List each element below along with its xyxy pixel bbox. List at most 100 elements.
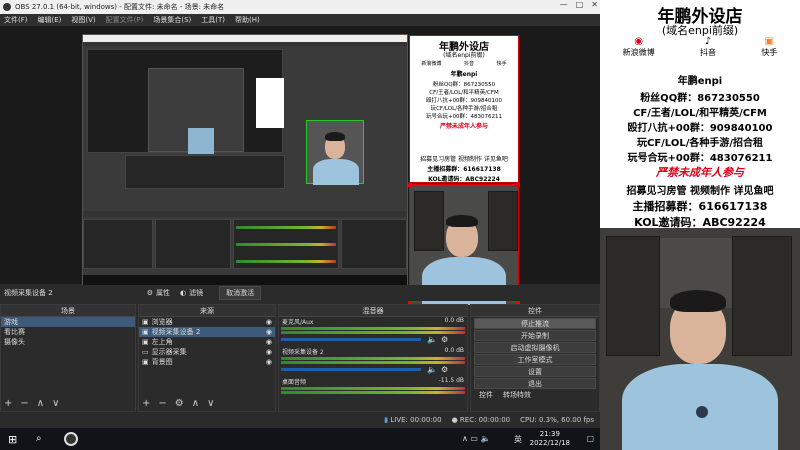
tab-transitions[interactable]: 转场特效 [503,390,531,400]
input-language[interactable]: 英 [514,434,522,445]
volume-meter [281,391,465,394]
menu-scene-collection[interactable]: 场景集合(S) [153,15,191,25]
source-item[interactable]: ▭ 显示器采集 ◉ [139,347,275,357]
volume-slider[interactable] [281,338,421,341]
image-icon: ▣ [142,358,149,366]
scenes-header: 场景 [1,305,135,317]
scene-item[interactable]: 摄像头 [1,337,135,347]
virtual-camera-button[interactable]: 启动虚拟摄像机 [474,342,596,353]
volume-meter [281,331,465,334]
stop-streaming-button[interactable]: 停止推流 [474,318,596,329]
menu-view[interactable]: 视图(V) [71,15,95,25]
stream-games: CF/王者/LOL/和平精英/CFM [633,108,767,119]
stream-poster-brand: 年鹏enpi [677,76,723,87]
menu-edit[interactable]: 编辑(E) [38,15,62,25]
nested-sources [155,219,231,269]
status-bar: ▮ LIVE: 00:00:00 ● REC: 00:00:00 CPU: 0.… [0,412,600,428]
volume-meter [281,361,465,364]
mixer-panel: 混音器 麦克风/Aux 0.0 dB 🔈 ⚙ 视频采集设备 2 0.0 dB 🔈… [278,304,468,412]
mixer-header: 混音器 [279,305,467,317]
properties-button[interactable]: ⚙ 属性 [147,288,170,298]
volume-slider[interactable] [281,368,421,371]
move-down-icon[interactable]: ∨ [52,398,59,409]
live-status: ▮ LIVE: 00:00:00 [384,416,442,424]
speaker-icon[interactable]: 🔈 [427,365,437,374]
source-settings-icon[interactable]: ⚙ [175,398,184,409]
eye-icon[interactable]: ◉ [266,337,272,347]
studio-mode-button[interactable]: 工作室模式 [474,354,596,365]
stream-anchor: 主播招募群：616617138 [632,200,768,213]
poster-helpers: 玩CF/LOL/各种手游/招合租 [430,106,498,112]
source-item[interactable]: ▣ 背景图 ◉ [139,357,275,367]
speaker-icon[interactable]: 🔈 [427,335,437,344]
volume-meter [281,327,465,330]
source-toolbar: 视频采集设备 2 ⚙ 属性 ◐ 滤镜 取消激活 [0,285,600,301]
title-bar: OBS 27.0.1 (64-bit, windows) - 配置文件: 未命名… [0,0,600,14]
sources-panel: 来源 ▣ 浏览器 ◉ ▣ 视频采集设备 2 ◉ ▣ 左上角 ◉ ▭ 显示器采集 ◉ ▣ 背… [138,304,276,412]
move-down-icon[interactable]: ∨ [207,398,214,409]
poster-recruit: 招募见习房管 视频制作 详见鱼吧 [420,156,508,163]
cpu-status: CPU: 0.3%, 60.00 fps [520,416,594,424]
obs-window: OBS 27.0.1 (64-bit, windows) - 配置文件: 未命名… [0,0,600,428]
minimize-button[interactable]: — [560,0,568,9]
source-item[interactable]: ▣ 视频采集设备 2 ◉ [139,327,275,337]
poster-account: 玩号合玩+00群：483076211 [425,114,503,120]
eye-icon[interactable]: ◉ [266,327,272,337]
windows-start-icon[interactable]: ⊞ [8,433,17,446]
controls-header: 控件 [471,305,599,317]
webcam-source-small[interactable] [306,120,364,185]
eye-icon[interactable]: ◉ [266,317,272,327]
stream-account: 玩号合玩+00群：483076211 [627,153,773,164]
remove-scene-button[interactable]: − [20,398,28,409]
selected-source-label: 视频采集设备 2 [4,289,53,297]
move-up-icon[interactable]: ∧ [192,398,199,409]
poster-anti-cheat: 殴打八抗+00群：909840100 [425,98,503,104]
poster-minor: 严禁未成年人参与 [439,123,488,130]
scene-item[interactable]: 游戏 [1,317,135,327]
exit-button[interactable]: 退出 [474,378,596,389]
tab-controls[interactable]: 控件 [479,390,493,400]
source-item[interactable]: ▣ 浏览器 ◉ [139,317,275,327]
mixer-channel-name: 麦克风/Aux [282,319,314,326]
notification-icon[interactable]: ▢ [586,434,594,443]
eye-icon[interactable]: ◉ [266,347,272,357]
add-source-button[interactable]: + [142,398,150,409]
camera-icon: ▣ [142,328,149,336]
start-recording-button[interactable]: 开始录制 [474,330,596,341]
menu-tools[interactable]: 工具(T) [201,15,225,25]
search-icon[interactable]: ⌕ [36,433,42,444]
add-scene-button[interactable]: + [4,398,12,409]
menu-help[interactable]: 帮助(H) [235,15,260,25]
tray-icons[interactable]: ∧ ▭ 🔈 [462,434,490,443]
clock-time: 21:39 [539,430,560,438]
poster-overlay[interactable]: 年鹏外设店 (域名enpi前缀) 新浪微博 抖音 快手 年鹏enpi 粉丝QQ群… [409,35,519,183]
preview-canvas[interactable]: 年鹏外设店 (域名enpi前缀) 新浪微博 抖音 快手 年鹏enpi 粉丝QQ群… [0,26,600,305]
filter-icon: ◐ [179,289,187,297]
move-up-icon[interactable]: ∧ [37,398,44,409]
deactivate-button[interactable]: 取消激活 [219,286,262,300]
menu-profile[interactable]: 配置文件(P) [106,15,144,25]
kuaishou-item: ▣ 快手 [761,36,778,57]
eye-icon[interactable]: ◉ [266,357,272,367]
kuaishou-label: 快手 [496,61,507,67]
scenes-panel: 场景 游戏 看比赛 摄像头 + − ∧ ∨ [0,304,136,412]
clock[interactable]: 21:39 2022/12/18 [530,430,570,448]
poster-subtitle: (域名enpi前缀) [443,52,485,59]
settings-button[interactable]: 设置 [474,366,596,377]
poster-anchor: 主播招募群：616617138 [427,166,501,173]
monitor-icon: ▭ [142,348,149,356]
gear-icon[interactable]: ⚙ [441,335,448,344]
filters-button[interactable]: ◐ 滤镜 [180,288,203,298]
gear-icon[interactable]: ⚙ [441,365,448,374]
window-title: OBS 27.0.1 (64-bit, windows) - 配置文件: 未命名… [15,3,225,11]
obs-taskbar-icon[interactable] [64,432,78,446]
stream-anti-cheat: 殴打八抗+00群：909840100 [627,123,773,134]
volume-meter [281,357,465,360]
close-button[interactable]: ✕ [591,0,598,9]
source-item[interactable]: ▣ 左上角 ◉ [139,337,275,347]
scene-item[interactable]: 看比赛 [1,327,135,337]
menu-file[interactable]: 文件(F) [4,15,28,25]
mixer-channel-name: 视频采集设备 2 [282,349,324,356]
maximize-button[interactable]: □ [576,0,584,9]
remove-source-button[interactable]: − [158,398,166,409]
